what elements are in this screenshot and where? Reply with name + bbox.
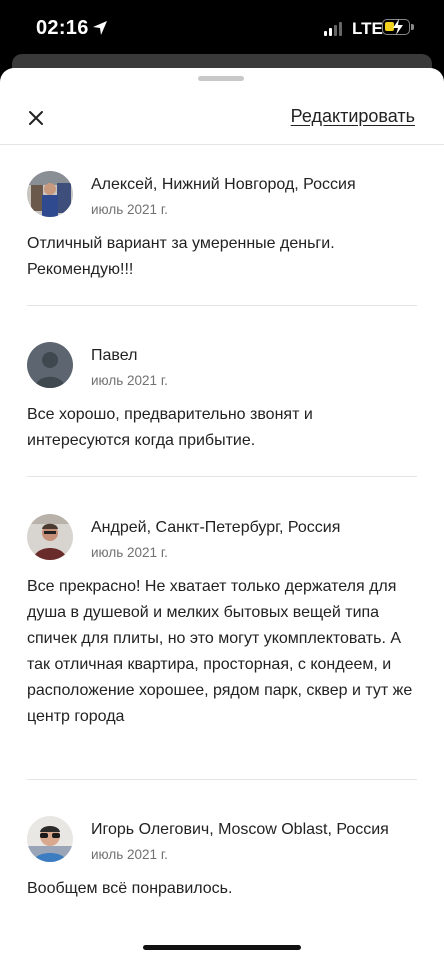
reviews-sheet: Редактировать Алексей, Нижний Новгород, … (0, 68, 444, 960)
edit-link[interactable]: Редактировать (291, 106, 415, 127)
battery-icon (382, 19, 410, 35)
divider (27, 305, 417, 306)
review-text: Вообщем всё понравилось. (27, 880, 233, 897)
avatar (27, 171, 73, 217)
status-bar: 02:16 LTE (0, 0, 444, 56)
review-author: Алексей, Нижний Новгород, Россия (91, 176, 356, 193)
sheet-grabber[interactable] (198, 76, 244, 81)
review-author: Игорь Олегович, Moscow Oblast, Россия (91, 821, 389, 838)
header-divider (0, 144, 444, 145)
review-author: Павел (91, 347, 138, 364)
status-time: 02:16 (36, 17, 89, 39)
review-text: Все хорошо, предварительно звонят и инте… (27, 406, 313, 449)
avatar (27, 816, 73, 862)
review-date: июль 2021 г. (91, 545, 168, 560)
review-text: Все прекрасно! Не хватает только держате… (27, 578, 413, 725)
location-arrow-icon (93, 21, 107, 35)
avatar (27, 342, 73, 388)
close-icon[interactable] (22, 104, 50, 132)
review-date: июль 2021 г. (91, 373, 168, 388)
review-date: июль 2021 г. (91, 202, 168, 217)
avatar (27, 514, 73, 560)
network-type: LTE (352, 19, 383, 38)
home-indicator[interactable] (143, 945, 301, 950)
divider (27, 779, 417, 780)
review-date: июль 2021 г. (91, 847, 168, 862)
signal-icon (324, 22, 342, 36)
review-author: Андрей, Санкт-Петербург, Россия (91, 519, 341, 536)
divider (27, 476, 417, 477)
battery-cap (411, 24, 414, 30)
review-text: Отличный вариант за умеренные деньги. Ре… (27, 235, 335, 278)
